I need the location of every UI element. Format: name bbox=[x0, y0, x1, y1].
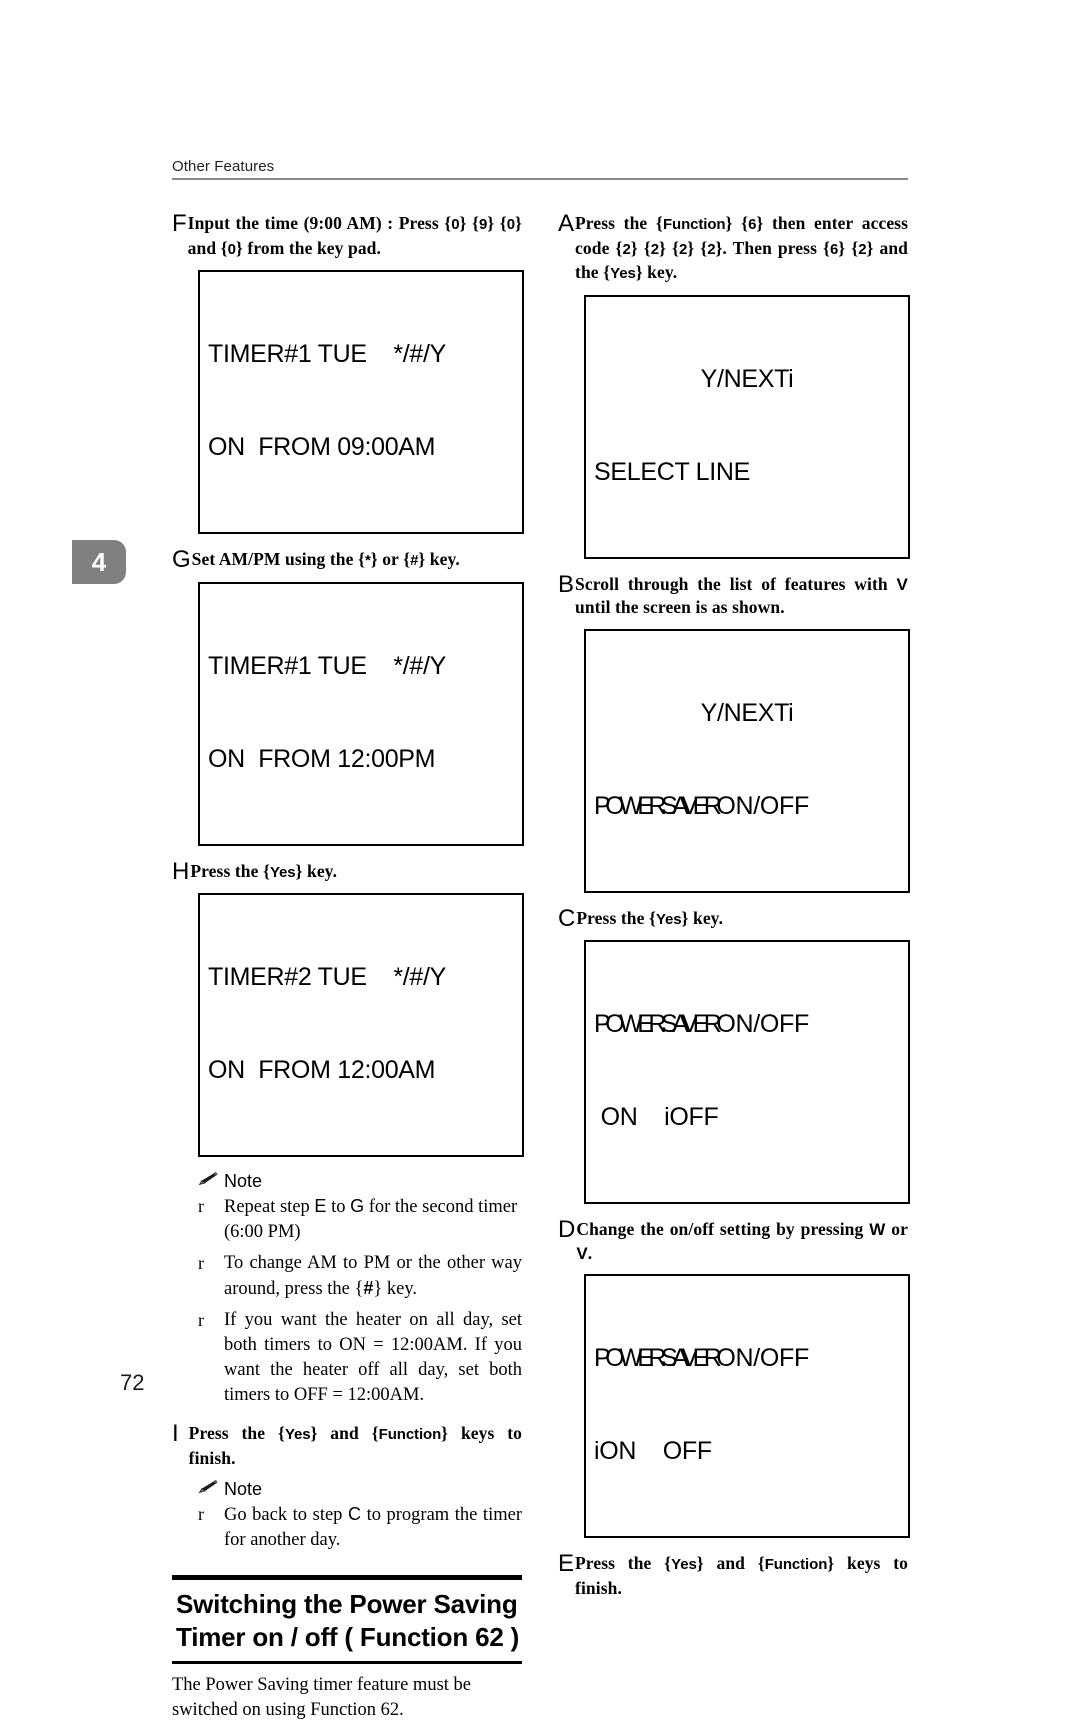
pencil-icon bbox=[198, 1171, 218, 1192]
note-label: Note bbox=[224, 1171, 263, 1191]
step-i: I Press the {Yes} and {Function} keys to… bbox=[172, 1422, 522, 1470]
section-title-line-2: Timer on / off ( Function 62 ) bbox=[176, 1622, 520, 1652]
step-c: C Press the {Yes} key. bbox=[558, 904, 908, 932]
lcd-power-saver-menu: Y/NEXTi POWERSAVERON/OFF bbox=[584, 628, 910, 893]
step-d: D Change the on/off setting by pressing … bbox=[558, 1218, 908, 1265]
step-a-text: Press the {Function} {6} then enter acce… bbox=[575, 213, 909, 282]
lcd-word-onoff: ON/OFF bbox=[716, 1344, 809, 1372]
note-block-2: Note r Go back to step C to program the … bbox=[198, 1479, 522, 1553]
note-item-text: To change AM to PM or the other way arou… bbox=[224, 1253, 522, 1299]
lcd-word-power: POWER bbox=[594, 791, 666, 820]
step-e-text: Press the {Yes} and {Function} keys to f… bbox=[575, 1553, 908, 1598]
note-item: r If you want the heater on all day, set… bbox=[198, 1308, 522, 1408]
note-item: r To change AM to PM or the other way ar… bbox=[198, 1251, 522, 1302]
lcd-line-2: iON OFF bbox=[594, 1437, 712, 1465]
lcd-word-onoff: ON/OFF bbox=[716, 1010, 809, 1038]
step-f: F Input the time (9:00 AM) : Press {0} {… bbox=[172, 212, 522, 261]
chapter-tab-number: 4 bbox=[91, 546, 107, 577]
step-letter-b: B bbox=[558, 570, 575, 598]
lcd-timer1-0900am: TIMER#1 TUE */#/Y ON FROM 09:00AM bbox=[198, 270, 524, 534]
lcd-word-saver: SAVER bbox=[660, 1344, 722, 1372]
lcd-line-1: POWERSAVERON/OFF bbox=[594, 1343, 900, 1374]
step-letter-i: I bbox=[172, 1420, 179, 1447]
lcd-line-1: Y/NEXTi bbox=[700, 364, 794, 393]
step-a: A Press the {Function} {6} then enter ac… bbox=[558, 212, 908, 286]
down-arrow-icon: V bbox=[576, 1243, 588, 1263]
note-bullet: r bbox=[198, 1504, 204, 1524]
note-header: Note bbox=[198, 1479, 522, 1500]
section-title: Switching the Power Saving Timer on / of… bbox=[172, 1580, 522, 1661]
lcd-power-saver-off-selected: POWERSAVERON/OFF ON iOFF bbox=[584, 940, 910, 1204]
lcd-line-1: POWERSAVERON/OFF bbox=[594, 1009, 900, 1040]
page-number: 72 bbox=[120, 1370, 145, 1395]
lcd-line-2: ON FROM 09:00AM bbox=[208, 433, 436, 461]
section-body-text: The Power Saving timer feature must be s… bbox=[172, 1675, 471, 1720]
step-h-text: Press the {Yes} key. bbox=[190, 860, 338, 881]
lcd-line-2: POWERSAVERON/OFF bbox=[594, 791, 900, 822]
note-item-text: Repeat step E to G for the second timer … bbox=[224, 1196, 518, 1242]
step-letter-f: F bbox=[172, 210, 187, 237]
left-column: F Input the time (9:00 AM) : Press {0} {… bbox=[172, 212, 524, 1723]
note-bullet: r bbox=[198, 1196, 204, 1216]
lcd-line-2: ON FROM 12:00PM bbox=[208, 744, 436, 773]
lcd-word-saver: SAVER bbox=[660, 791, 722, 820]
lcd-line-1: TIMER#1 TUE */#/Y bbox=[208, 651, 447, 680]
step-c-text: Press the {Yes} key. bbox=[576, 907, 724, 928]
lcd-timer2-1200am: TIMER#2 TUE */#/Y ON FROM 12:00AM bbox=[198, 893, 524, 1157]
page-running-header: Other Features bbox=[172, 158, 908, 180]
step-h: H Press the {Yes} key. bbox=[172, 857, 522, 885]
note-bullet: r bbox=[198, 1253, 204, 1273]
note-label: Note bbox=[224, 1479, 263, 1499]
step-i-text: Press the {Yes} and {Function} keys to f… bbox=[188, 1423, 522, 1468]
section-title-line-1: Switching the Power Saving bbox=[176, 1589, 518, 1619]
lcd-word-power: POWER bbox=[594, 1010, 666, 1038]
step-letter-h: H bbox=[172, 857, 190, 885]
note-item: r Repeat step E to G for the second time… bbox=[198, 1194, 522, 1245]
note-header: Note bbox=[198, 1171, 522, 1192]
lcd-timer1-1200pm: TIMER#1 TUE */#/Y ON FROM 12:00PM bbox=[198, 581, 524, 846]
lcd-word-onoff: ON/OFF bbox=[716, 791, 809, 820]
lcd-word-power: POWER bbox=[594, 1344, 666, 1372]
lcd-line-1: Y/NEXTi bbox=[700, 698, 794, 727]
down-arrow-icon: V bbox=[896, 574, 908, 594]
step-letter-c: C bbox=[558, 904, 576, 932]
up-arrow-icon: W bbox=[869, 1220, 886, 1239]
step-b: B Scroll through the list of features wi… bbox=[558, 570, 908, 620]
right-column: A Press the {Function} {6} then enter ac… bbox=[558, 212, 910, 1609]
step-e: E Press the {Yes} and {Function} keys to… bbox=[558, 1552, 908, 1600]
note-block-1: Note r Repeat step E to G for the second… bbox=[198, 1171, 522, 1408]
step-letter-e: E bbox=[558, 1550, 575, 1577]
section-power-saving-timer: Switching the Power Saving Timer on / of… bbox=[172, 1575, 522, 1723]
pencil-icon bbox=[198, 1479, 218, 1500]
step-d-text: Change the on/off setting by pressing W … bbox=[576, 1219, 908, 1263]
note-item-text: If you want the heater on all day, set b… bbox=[224, 1310, 522, 1405]
step-g: G Set AM/PM using the {*} or {#} key. bbox=[172, 548, 522, 573]
step-g-text: Set AM/PM using the {*} or {#} key. bbox=[191, 549, 460, 569]
header-rule bbox=[172, 178, 908, 180]
running-head-text: Other Features bbox=[172, 158, 275, 175]
lcd-line-2: ON iOFF bbox=[594, 1103, 719, 1131]
step-letter-a: A bbox=[558, 210, 575, 237]
note-bullet: r bbox=[198, 1310, 204, 1330]
step-letter-d: D bbox=[558, 1216, 576, 1243]
chapter-tab: 4 bbox=[72, 540, 126, 584]
lcd-select-line: Y/NEXTi SELECT LINE bbox=[584, 294, 910, 559]
step-b-text: Scroll through the list of features with… bbox=[575, 573, 908, 618]
lcd-power-saver-on-selected: POWERSAVERON/OFF iON OFF bbox=[584, 1274, 910, 1538]
lcd-line-1: TIMER#1 TUE */#/Y bbox=[208, 340, 447, 368]
lcd-word-saver: SAVER bbox=[660, 1010, 722, 1038]
step-letter-g: G bbox=[172, 546, 191, 573]
step-f-text: Input the time (9:00 AM) : Press {0} {9}… bbox=[187, 213, 523, 258]
lcd-line-2: SELECT LINE bbox=[594, 457, 751, 486]
lcd-line-2: ON FROM 12:00AM bbox=[208, 1056, 436, 1084]
lcd-line-1: TIMER#2 TUE */#/Y bbox=[208, 963, 447, 991]
